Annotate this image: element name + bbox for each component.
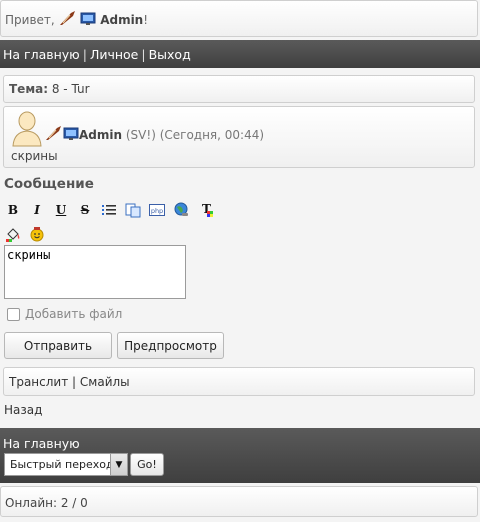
attach-file-checkbox[interactable] (7, 307, 20, 321)
copy-icon[interactable] (125, 202, 141, 218)
go-button[interactable]: Go! (130, 453, 164, 476)
message-textarea[interactable]: скрины (4, 245, 186, 299)
nav-separator: | (141, 47, 146, 62)
post-item: Admin (SV!) (Сегодня, 00:44) скрины (3, 106, 475, 168)
list-icon[interactable] (101, 202, 117, 218)
topic-value: 8 - Tur (51, 82, 90, 96)
monitor-icon (63, 127, 79, 141)
chevron-down-icon[interactable]: ▼ (110, 454, 127, 475)
footer-home-link[interactable]: На главную (3, 436, 80, 451)
smiley-icon[interactable] (29, 226, 45, 242)
links-separator: | (72, 375, 77, 389)
greeting-bar: Привет, Admin! (0, 0, 478, 37)
attach-file-option[interactable]: Добавить файл (7, 307, 122, 321)
post-author[interactable]: Admin (79, 128, 122, 142)
italic-icon[interactable]: I (29, 202, 45, 218)
main-nav: На главную | Личное | Выход (0, 40, 480, 68)
topic-bar: Тема: 8 - Tur (3, 75, 475, 103)
bold-icon[interactable]: B (5, 202, 21, 218)
message-label: Сообщение (4, 176, 94, 192)
quill-icon (59, 10, 77, 26)
smiles-link[interactable]: Смайлы (80, 375, 130, 389)
topic-label: Тема: (9, 82, 49, 96)
online-counter: Онлайн: 2 / 0 (0, 486, 478, 517)
preview-button[interactable]: Предпросмотр (117, 332, 224, 359)
globe-link-icon[interactable] (173, 202, 189, 218)
text-color-icon[interactable]: T (197, 202, 213, 218)
nav-home-link[interactable]: На главную (3, 47, 80, 62)
underline-icon[interactable]: U (53, 202, 69, 218)
nav-separator: | (82, 47, 87, 62)
quick-jump-select[interactable]: Быстрый переход ▼ (4, 453, 128, 476)
post-text: скрины (11, 149, 58, 163)
translit-link[interactable]: Транслит (9, 375, 68, 389)
svg-text:php: php (151, 207, 163, 215)
avatar (10, 109, 44, 147)
extra-links-bar: Транслит | Смайлы (3, 367, 475, 396)
monitor-icon (80, 12, 96, 26)
forum-page: Привет, Admin! На главную | Личное | Выход Т… (0, 0, 480, 522)
back-link[interactable]: Назад (4, 403, 42, 417)
strikethrough-icon[interactable]: S (77, 202, 93, 218)
post-meta: (SV!) (Сегодня, 00:44) (125, 128, 265, 142)
nav-personal-link[interactable]: Личное (90, 47, 138, 62)
quill-icon (45, 125, 63, 141)
greeting-prefix: Привет, (5, 13, 55, 27)
attach-file-label: Добавить файл (25, 307, 123, 321)
greeting-suffix: ! (143, 13, 149, 27)
php-icon[interactable]: php (149, 202, 165, 218)
submit-button[interactable]: Отправить (4, 332, 112, 359)
quick-jump-value: Быстрый переход (10, 458, 114, 471)
post-header: Admin (SV!) (Сегодня, 00:44) (45, 125, 264, 142)
nav-logout-link[interactable]: Выход (149, 47, 191, 62)
paint-bucket-icon[interactable] (5, 226, 21, 242)
greeting-username[interactable]: Admin (100, 13, 143, 27)
